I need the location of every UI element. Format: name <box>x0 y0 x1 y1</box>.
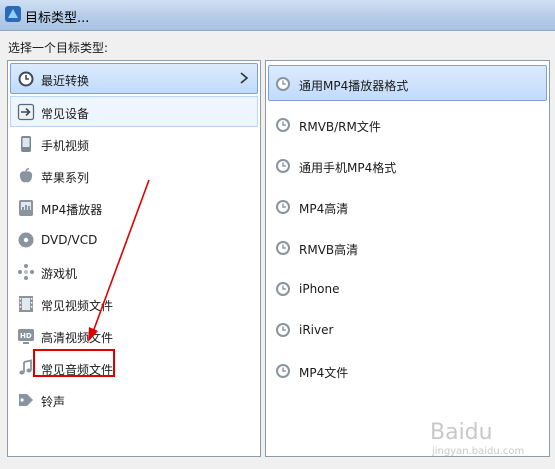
format-label: iRiver <box>299 323 334 337</box>
film-icon <box>19 296 33 312</box>
clock-icon <box>276 77 290 91</box>
category-label: 高清视频文件 <box>41 331 114 345</box>
apple-icon <box>19 167 33 183</box>
format-label: RMVB/RM文件 <box>299 120 381 134</box>
ringtone-icon <box>19 394 33 406</box>
clock-icon <box>276 118 290 132</box>
disc-icon <box>18 232 34 248</box>
category-label: MP4播放器 <box>41 203 103 217</box>
format-item[interactable]: iPhone <box>268 270 547 306</box>
category-label: 常见视频文件 <box>41 299 114 313</box>
category-item-common-devices[interactable]: 常见设备 <box>10 96 258 127</box>
clock-icon <box>276 159 290 173</box>
category-item-common-video[interactable]: 常见视频文件 <box>10 288 258 319</box>
clock-icon <box>276 282 290 296</box>
category-item-mp4-player[interactable]: MP4播放器 <box>10 192 258 223</box>
arrow-box-icon <box>17 103 35 121</box>
phone-icon <box>21 136 31 152</box>
clock-icon <box>276 323 290 337</box>
category-label: 最近转换 <box>41 74 90 88</box>
format-item[interactable]: MP4高清 <box>268 188 547 224</box>
clock-icon <box>276 364 290 378</box>
annotation-highlight-box <box>33 349 115 377</box>
category-label: DVD/VCD <box>41 233 98 247</box>
title-bar: 目标类型... <box>0 0 555 31</box>
category-label: 手机视频 <box>41 139 90 153</box>
clock-icon <box>18 71 34 87</box>
format-label: MP4高清 <box>299 202 349 216</box>
category-item-apple-series[interactable]: 苹果系列 <box>10 160 258 191</box>
app-icon <box>5 6 21 22</box>
watermark-logo: Baidu <box>430 420 493 445</box>
format-label: RMVB高清 <box>299 243 359 257</box>
category-label: 铃声 <box>41 395 66 409</box>
watermark-url: jingyan.baidu.com <box>432 446 525 457</box>
format-list: 通用MP4播放器格式 RMVB/RM文件 通用手机MP4格式 MP4高清 RMV… <box>265 60 550 457</box>
category-label: 苹果系列 <box>41 171 90 185</box>
clock-icon <box>276 200 290 214</box>
category-item-recent[interactable]: 最近转换 <box>10 63 258 94</box>
format-item[interactable]: 通用手机MP4格式 <box>268 147 547 183</box>
hd-icon: HD <box>18 329 34 344</box>
format-item[interactable]: 通用MP4播放器格式 <box>268 65 547 101</box>
window-title: 目标类型... <box>25 11 90 26</box>
category-label: 游戏机 <box>41 267 78 281</box>
format-item[interactable]: MP4文件 <box>268 352 547 388</box>
category-item-hd-video[interactable]: HD 高清视频文件 <box>10 320 258 351</box>
category-item-mobile-video[interactable]: 手机视频 <box>10 128 258 159</box>
category-item-game-console[interactable]: 游戏机 <box>10 256 258 287</box>
category-label: 常见设备 <box>41 107 90 121</box>
format-item[interactable]: RMVB/RM文件 <box>268 106 547 142</box>
mp4-player-icon <box>19 200 33 216</box>
format-label: MP4文件 <box>299 366 349 380</box>
format-label: iPhone <box>299 282 340 296</box>
gamepad-icon <box>18 264 34 280</box>
svg-text:HD: HD <box>20 332 32 340</box>
clock-icon <box>276 241 290 255</box>
category-item-dvd-vcd[interactable]: DVD/VCD <box>10 224 258 255</box>
format-label: 通用手机MP4格式 <box>299 161 397 175</box>
chevron-right-icon <box>240 72 249 84</box>
prompt-label: 选择一个目标类型: <box>8 41 109 55</box>
category-list: 最近转换 常见设备 手机视频 苹果系列 MP4播放器 DVD/VCD 游戏机 常… <box>7 60 261 457</box>
format-label: 通用MP4播放器格式 <box>299 79 409 93</box>
category-item-ringtone[interactable]: 铃声 <box>10 384 258 415</box>
format-item[interactable]: iRiver <box>268 311 547 347</box>
format-item[interactable]: RMVB高清 <box>268 229 547 265</box>
